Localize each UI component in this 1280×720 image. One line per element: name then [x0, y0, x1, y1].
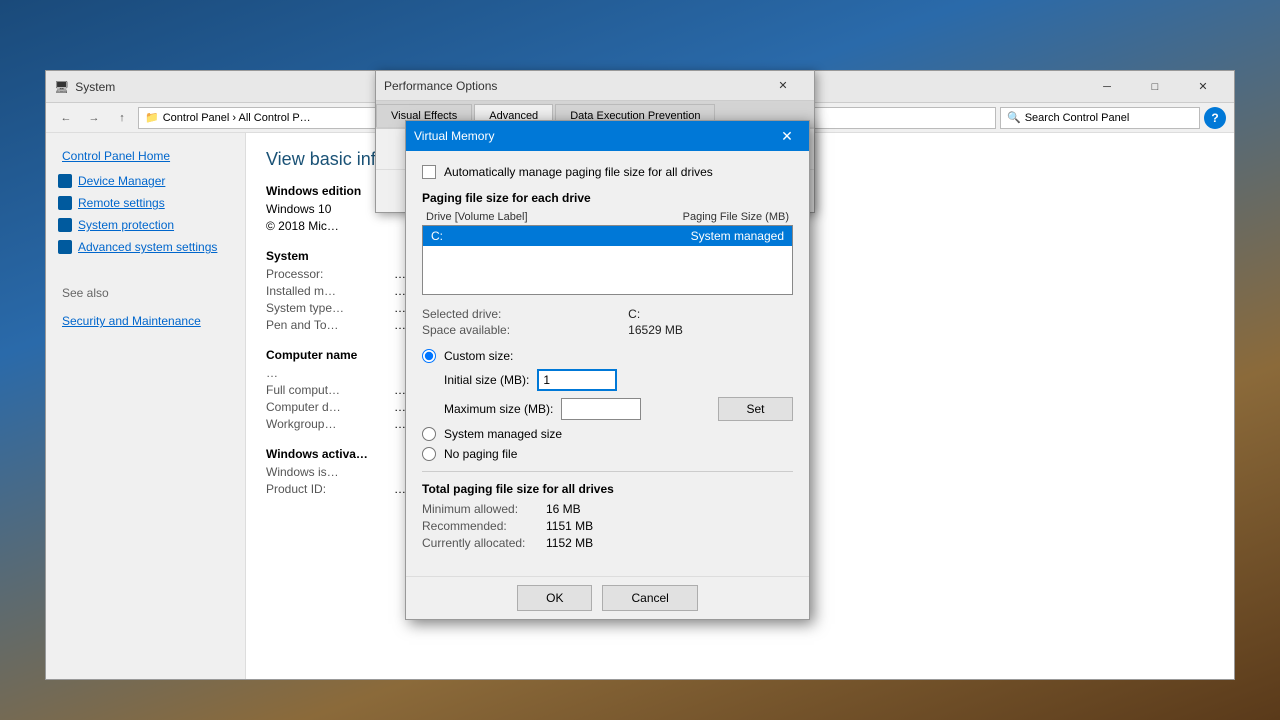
system-managed-radio[interactable]	[422, 427, 436, 441]
vm-cancel-button[interactable]: Cancel	[602, 585, 697, 611]
perf-dialog-close-button[interactable]: ✕	[760, 72, 806, 100]
minimum-allowed-value: 16 MB	[546, 502, 581, 516]
remote-settings-icon	[58, 196, 72, 210]
maximum-size-row: Maximum size (MB): Set	[422, 397, 793, 421]
sidebar-item-security-maintenance[interactable]: Security and Maintenance	[46, 308, 245, 335]
recommended-row: Recommended: 1151 MB	[422, 519, 793, 533]
total-paging-title: Total paging file size for all drives	[422, 482, 793, 496]
search-icon: 🔍	[1007, 111, 1021, 124]
see-also-label: See also	[46, 278, 245, 308]
auto-manage-label: Automatically manage paging file size fo…	[444, 165, 713, 179]
no-paging-label: No paging file	[444, 447, 517, 461]
initial-size-label: Initial size (MB):	[444, 373, 529, 387]
system-protection-icon	[58, 218, 72, 232]
system-minimize-button[interactable]: ─	[1084, 73, 1130, 101]
selected-drive-label: Selected drive:	[422, 307, 620, 321]
drive-column-header: Drive [Volume Label]	[426, 211, 528, 223]
vm-bottom-buttons: OK Cancel	[406, 576, 809, 619]
sidebar-item-label: Advanced system settings	[78, 240, 217, 254]
paging-section-title: Paging file size for each drive	[422, 191, 793, 205]
vm-dialog-title: Virtual Memory	[414, 129, 494, 143]
search-placeholder: Search Control Panel	[1025, 112, 1130, 124]
recommended-label: Recommended:	[422, 519, 542, 533]
currently-allocated-row: Currently allocated: 1152 MB	[422, 536, 793, 550]
perf-dialog-titlebar: Performance Options ✕	[376, 71, 814, 101]
system-maximize-button[interactable]: □	[1132, 73, 1178, 101]
drive-row-c[interactable]: C: System managed	[423, 226, 792, 246]
advanced-settings-icon	[58, 240, 72, 254]
custom-size-radio[interactable]	[422, 349, 436, 363]
custom-size-label: Custom size:	[444, 349, 513, 363]
vm-dialog-titlebar: Virtual Memory ✕	[406, 121, 809, 151]
auto-manage-row: Automatically manage paging file size fo…	[422, 165, 793, 179]
radio-options-section: Custom size: Initial size (MB): Maximum …	[422, 349, 793, 461]
virtual-memory-dialog: Virtual Memory ✕ Automatically manage pa…	[405, 120, 810, 620]
sidebar-item-remote-settings[interactable]: Remote settings	[46, 192, 245, 214]
vm-dialog-close-button[interactable]: ✕	[773, 122, 801, 150]
auto-manage-checkbox[interactable]	[422, 165, 436, 179]
no-paging-radio-row: No paging file	[422, 447, 793, 461]
initial-size-row: Initial size (MB):	[422, 369, 793, 391]
space-available-value: 16529 MB	[628, 323, 793, 337]
system-window-icon: 🖥	[54, 80, 69, 94]
initial-size-input[interactable]	[537, 369, 617, 391]
help-button[interactable]: ?	[1204, 107, 1226, 129]
sidebar-item-device-manager[interactable]: Device Manager	[46, 170, 245, 192]
sidebar-item-label: Device Manager	[78, 174, 165, 188]
up-button[interactable]: ↑	[110, 106, 134, 130]
minimum-allowed-row: Minimum allowed: 16 MB	[422, 502, 793, 516]
drive-letter: C:	[431, 229, 443, 243]
drive-paging-size: System managed	[691, 229, 784, 243]
drive-info-grid: Selected drive: C: Space available: 1652…	[422, 307, 793, 337]
space-available-label: Space available:	[422, 323, 620, 337]
total-paging-section: Total paging file size for all drives Mi…	[422, 482, 793, 550]
sidebar-item-label: System protection	[78, 218, 174, 232]
custom-size-radio-row: Custom size:	[422, 349, 793, 363]
drive-list[interactable]: C: System managed	[422, 225, 793, 295]
recommended-value: 1151 MB	[546, 519, 593, 533]
sidebar-item-label: Remote settings	[78, 196, 165, 210]
minimum-allowed-label: Minimum allowed:	[422, 502, 542, 516]
back-button[interactable]: ←	[54, 106, 78, 130]
no-paging-radio[interactable]	[422, 447, 436, 461]
currently-allocated-label: Currently allocated:	[422, 536, 542, 550]
system-window-title: System	[75, 80, 115, 94]
sidebar-item-advanced-system-settings[interactable]: Advanced system settings	[46, 236, 245, 258]
maximum-size-label: Maximum size (MB):	[444, 402, 553, 416]
selected-drive-value: C:	[628, 307, 793, 321]
sidebar-item-system-protection[interactable]: System protection	[46, 214, 245, 236]
forward-button[interactable]: →	[82, 106, 106, 130]
maximum-size-input[interactable]	[561, 398, 641, 420]
vm-dialog-body: Automatically manage paging file size fo…	[406, 151, 809, 576]
system-managed-label: System managed size	[444, 427, 562, 441]
set-button[interactable]: Set	[718, 397, 793, 421]
sidebar-item-control-panel-home[interactable]: Control Panel Home	[46, 143, 245, 170]
drive-table-header: Drive [Volume Label] Paging File Size (M…	[422, 211, 793, 223]
search-box[interactable]: 🔍 Search Control Panel	[1000, 107, 1200, 129]
perf-dialog-title: Performance Options	[384, 79, 497, 93]
vm-ok-button[interactable]: OK	[517, 585, 592, 611]
address-icon: 📁	[145, 111, 159, 124]
system-managed-radio-row: System managed size	[422, 427, 793, 441]
vm-divider	[422, 471, 793, 472]
system-title-group: 🖥 System	[54, 80, 115, 94]
address-text: Control Panel › All Control P…	[163, 112, 311, 124]
paging-size-column-header: Paging File Size (MB)	[683, 211, 789, 223]
sidebar: Control Panel Home Device Manager Remote…	[46, 133, 246, 679]
system-close-button[interactable]: ✕	[1180, 73, 1226, 101]
device-manager-icon	[58, 174, 72, 188]
currently-allocated-value: 1152 MB	[546, 536, 593, 550]
system-window-controls: ─ □ ✕	[1084, 73, 1226, 101]
